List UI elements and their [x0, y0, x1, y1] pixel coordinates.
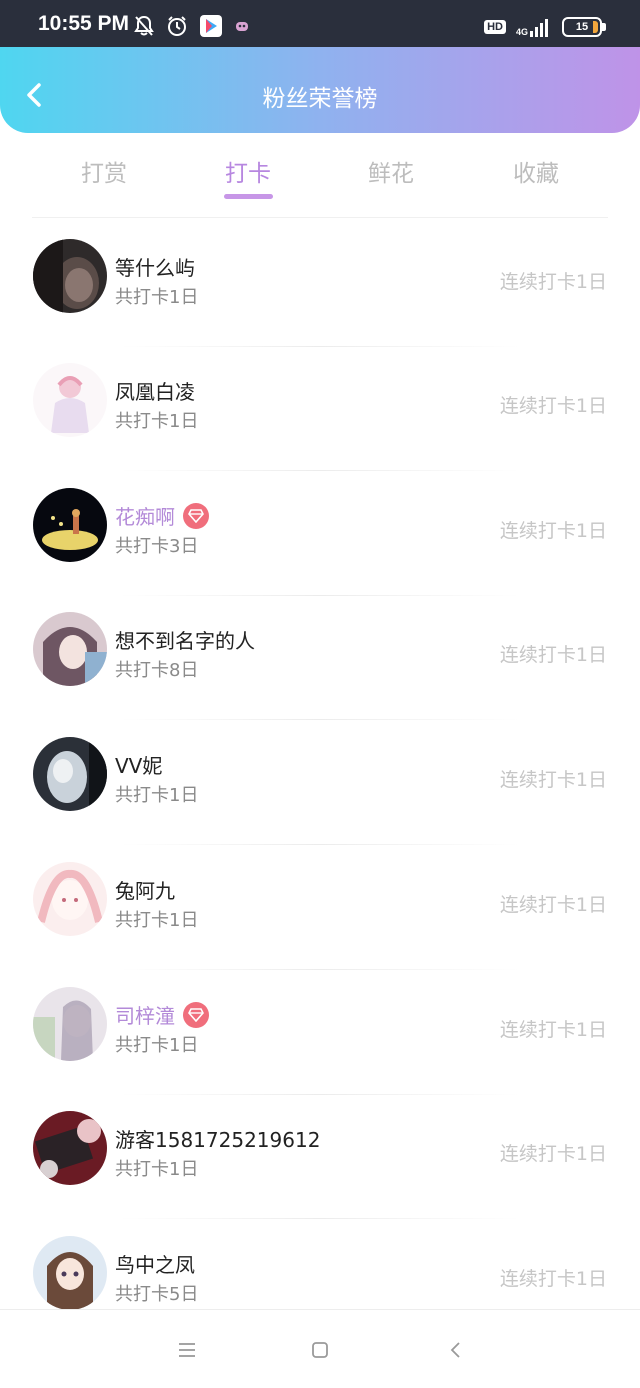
back-triangle-icon [450, 1342, 460, 1358]
system-nav-bar [0, 1309, 640, 1388]
streak-checkin: 连续打卡1日 [499, 520, 607, 542]
user-name: 想不到名字的人 [115, 629, 255, 653]
status-icons-right: HD 4G 15 [484, 14, 606, 40]
avatar[interactable] [33, 239, 107, 313]
list-item[interactable]: VV妮 共打卡1日 连续打卡1日 [0, 721, 640, 845]
user-name: 等什么屿 [115, 256, 195, 280]
tab-checkin[interactable]: 打卡 [198, 154, 298, 188]
page-title: 粉丝荣誉榜 [262, 86, 378, 112]
list-item[interactable]: 等什么屿 共打卡1日 连续打卡1日 [0, 223, 640, 347]
hd-badge: HD [484, 20, 506, 34]
avatar[interactable] [33, 612, 107, 686]
total-checkin: 共打卡1日 [115, 1035, 199, 1056]
user-name: VV妮 [115, 754, 163, 778]
user-name: 游客1581725219612 [115, 1128, 321, 1152]
tab-divider [32, 217, 608, 218]
total-checkin: 共打卡1日 [115, 287, 199, 308]
back-nav-button[interactable] [440, 1336, 470, 1364]
avatar[interactable] [33, 488, 107, 562]
diamond-vip-icon [183, 1001, 209, 1028]
play-store-icon [200, 15, 222, 41]
tab-reward[interactable]: 打赏 [54, 154, 154, 188]
streak-checkin: 连续打卡1日 [499, 395, 607, 417]
streak-checkin: 连续打卡1日 [499, 769, 607, 791]
total-checkin: 共打卡3日 [115, 536, 199, 557]
tab-bar: 打赏 打卡 鲜花 收藏 [0, 140, 640, 210]
menu-button[interactable] [172, 1336, 202, 1364]
avatar[interactable] [33, 737, 107, 811]
total-checkin: 共打卡1日 [115, 1159, 199, 1180]
diamond-vip-icon [183, 502, 209, 529]
home-square-icon [312, 1342, 328, 1358]
row-divider [120, 844, 520, 845]
total-checkin: 共打卡1日 [115, 411, 199, 432]
total-checkin: 共打卡1日 [115, 910, 199, 931]
list-item[interactable]: 凤凰白凌 共打卡1日 连续打卡1日 [0, 347, 640, 471]
signal-icon: 4G [516, 17, 552, 37]
status-time: 10:55 PM [38, 12, 130, 35]
tab-flowers[interactable]: 鲜花 [341, 154, 441, 188]
avatar[interactable] [33, 1111, 107, 1185]
list-item[interactable]: 想不到名字的人 共打卡8日 连续打卡1日 [0, 596, 640, 720]
user-name: 司梓潼 [115, 1000, 209, 1029]
list-item[interactable]: 兔阿九 共打卡1日 连续打卡1日 [0, 846, 640, 970]
row-divider [120, 719, 520, 720]
streak-checkin: 连续打卡1日 [499, 1143, 607, 1165]
streak-checkin: 连续打卡1日 [499, 1268, 607, 1290]
streak-checkin: 连续打卡1日 [499, 644, 607, 666]
user-name: 兔阿九 [115, 879, 175, 903]
battery-icon: 15 [562, 17, 606, 37]
list-item[interactable]: 司梓潼 共打卡1日 连续打卡1日 [0, 971, 640, 1095]
avatar[interactable] [33, 862, 107, 936]
battery-level: 15 [575, 21, 589, 33]
streak-checkin: 连续打卡1日 [499, 1019, 607, 1041]
home-button[interactable] [305, 1336, 335, 1364]
list-item[interactable]: 花痴啊 共打卡3日 连续打卡1日 [0, 472, 640, 596]
menu-icon [179, 1343, 195, 1357]
total-checkin: 共打卡1日 [115, 785, 199, 806]
row-divider [120, 969, 520, 970]
total-checkin: 共打卡5日 [115, 1284, 199, 1305]
user-name: 鸟中之凤 [115, 1253, 195, 1277]
avatar[interactable] [33, 1236, 107, 1310]
tab-favorites[interactable]: 收藏 [486, 154, 586, 188]
avatar[interactable] [33, 987, 107, 1061]
streak-checkin: 连续打卡1日 [499, 894, 607, 916]
total-checkin: 共打卡8日 [115, 660, 199, 681]
tab-indicator [224, 194, 273, 199]
mute-bell-icon [134, 15, 154, 41]
status-icons-left [134, 15, 250, 41]
app-icon [234, 18, 250, 38]
row-divider [120, 470, 520, 471]
streak-checkin: 连续打卡1日 [499, 271, 607, 293]
user-name: 凤凰白凌 [115, 380, 195, 404]
network-label: 4G [515, 27, 528, 37]
user-name: 花痴啊 [115, 501, 209, 530]
avatar[interactable] [33, 363, 107, 437]
status-bar: 10:55 PM HD 4G 15 [0, 0, 640, 47]
list-item[interactable]: 游客1581725219612 共打卡1日 连续打卡1日 [0, 1095, 640, 1219]
alarm-icon [166, 15, 188, 41]
row-divider [120, 1218, 520, 1219]
